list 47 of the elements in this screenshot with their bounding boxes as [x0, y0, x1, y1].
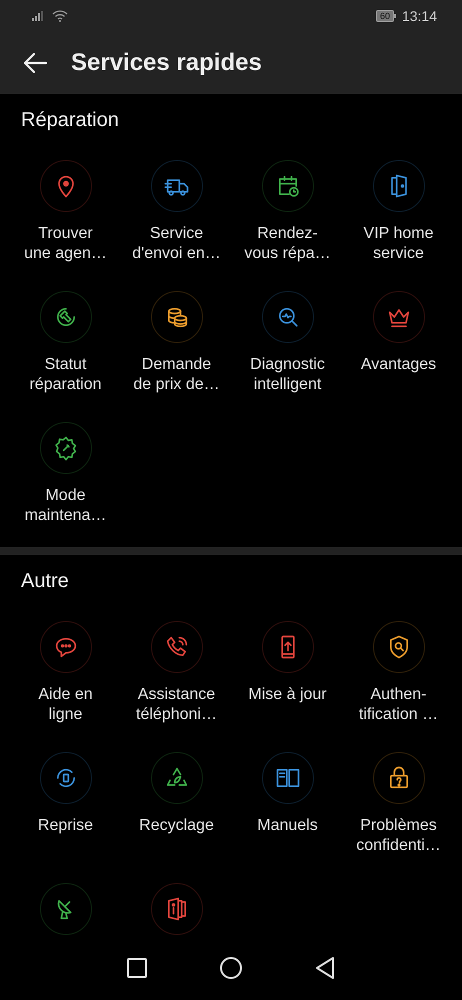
smartphone-icon — [262, 621, 314, 673]
clock: 13:14 — [402, 8, 437, 24]
recycle-icon — [150, 752, 202, 804]
service-button[interactable]: Statut réparation — [12, 291, 120, 395]
gear-icon — [40, 422, 92, 474]
coins-icon — [150, 291, 202, 343]
service-button[interactable]: Demande de prix de… — [122, 291, 230, 395]
section-title: Réparation — [20, 108, 120, 133]
service-button[interactable]: VIP home service — [344, 160, 452, 264]
search-icon — [262, 291, 314, 343]
service-button[interactable]: Reprise — [12, 752, 120, 856]
door-icon — [150, 883, 202, 935]
back-nav-button[interactable] — [313, 956, 337, 980]
service-button[interactable]: Service d'envoi en… — [122, 160, 230, 264]
service-button[interactable] — [150, 883, 202, 935]
sync-icon — [40, 752, 92, 804]
service-button[interactable]: Rendez- vous répa… — [234, 160, 342, 264]
service-button[interactable]: Problèmes confidenti… — [344, 752, 452, 856]
padlock-icon — [372, 752, 424, 804]
satellite-dish-icon — [40, 883, 92, 935]
service-button[interactable]: Manuels — [234, 752, 342, 856]
phone-icon — [150, 621, 202, 673]
signal-icon — [32, 11, 46, 21]
service-button[interactable]: Diagnostic intelligent — [234, 291, 342, 395]
service-button[interactable]: Mise à jour — [234, 621, 342, 725]
door-icon — [372, 160, 424, 212]
chat-icon — [40, 621, 92, 673]
book-icon — [262, 752, 314, 804]
service-button[interactable] — [40, 883, 92, 935]
home-button[interactable] — [219, 956, 243, 980]
service-button[interactable]: Avantages — [344, 291, 452, 395]
calendar-icon — [262, 160, 314, 212]
truck-icon — [150, 160, 202, 212]
service-button[interactable]: Aide en ligne — [12, 621, 120, 725]
wifi-icon — [52, 10, 68, 22]
service-button[interactable]: Assistance téléphoni… — [122, 621, 230, 725]
recents-button[interactable] — [125, 956, 149, 980]
service-button[interactable]: Trouver une agen… — [12, 160, 120, 264]
shield-icon — [372, 621, 424, 673]
battery-level: 60 — [376, 10, 394, 22]
page-title: Services rapides — [71, 49, 262, 77]
crown-icon — [372, 291, 424, 343]
section-title: Autre — [20, 569, 70, 594]
service-button[interactable]: Mode maintena… — [12, 422, 120, 526]
service-button[interactable]: Recyclage — [122, 752, 230, 856]
pin-icon — [40, 160, 92, 212]
service-button[interactable]: Authen- tification … — [344, 621, 452, 725]
